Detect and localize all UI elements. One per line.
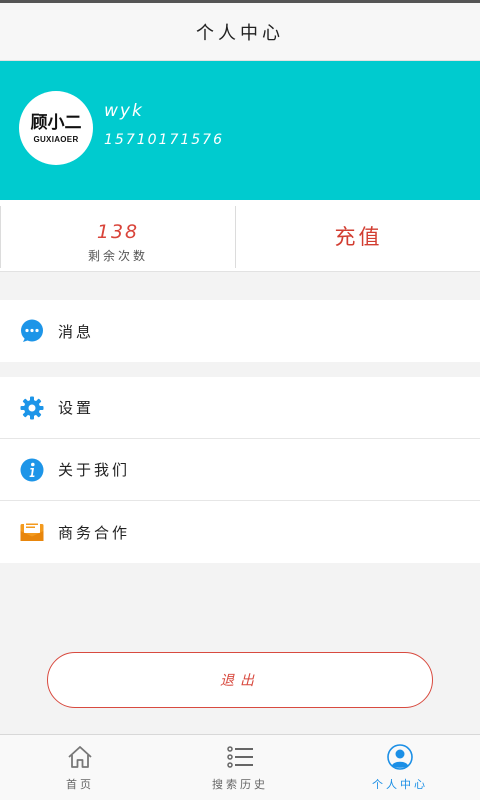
- page-title: 个人中心: [0, 3, 480, 61]
- list-icon: [227, 746, 253, 768]
- menu-group-main: 设置 关于我们 商务合作: [0, 377, 480, 563]
- tab-label: 搜索历史: [212, 778, 268, 791]
- home-icon: [68, 746, 92, 768]
- stats-panel: 138 剩余次数 充值: [0, 200, 480, 272]
- menu-item-settings[interactable]: 设置: [0, 377, 480, 439]
- tab-profile[interactable]: 个人中心: [320, 735, 480, 800]
- logout-button[interactable]: 退出: [47, 652, 433, 708]
- menu-item-label: 消息: [58, 322, 95, 341]
- profile-banner: 顾小二 GUXIAOER wyk 15710171576: [0, 61, 480, 200]
- mail-icon: [20, 521, 44, 541]
- remaining-count: 138: [96, 221, 140, 243]
- avatar-logo-subtext: GUXIAOER: [33, 134, 79, 144]
- avatar-logo-text: 顾小二: [30, 112, 82, 133]
- username: wyk: [104, 101, 144, 121]
- remaining-count-box: 138 剩余次数: [0, 206, 236, 268]
- recharge-button[interactable]: 充值: [237, 200, 480, 272]
- remaining-count-label: 剩余次数: [87, 249, 148, 263]
- phone-number: 15710171576: [104, 132, 224, 148]
- menu-item-business[interactable]: 商务合作: [0, 501, 480, 563]
- info-icon: [20, 458, 44, 482]
- menu-item-label: 关于我们: [58, 461, 131, 479]
- tab-label: 个人中心: [372, 778, 428, 791]
- bottom-tab-bar: 首页 搜索历史 个人中心: [0, 734, 480, 800]
- tab-label: 首页: [66, 778, 94, 791]
- avatar[interactable]: 顾小二 GUXIAOER: [19, 91, 93, 165]
- menu-group-messages: 消息: [0, 300, 480, 362]
- menu-item-label: 商务合作: [58, 523, 131, 542]
- user-icon: [387, 744, 413, 770]
- chat-bubble-icon: [21, 319, 43, 342]
- tab-home[interactable]: 首页: [0, 735, 160, 800]
- menu-item-about[interactable]: 关于我们: [0, 439, 480, 501]
- tab-search-history[interactable]: 搜索历史: [160, 735, 320, 800]
- gear-icon: [20, 396, 44, 420]
- menu-item-label: 设置: [58, 399, 95, 417]
- menu-item-messages[interactable]: 消息: [0, 300, 480, 362]
